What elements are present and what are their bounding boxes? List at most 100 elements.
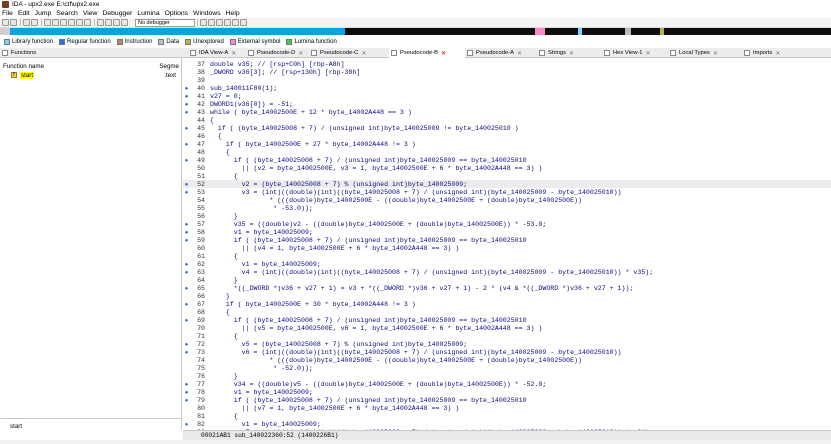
menu-jump[interactable]: Jump — [35, 10, 52, 17]
breakpoint-dot-icon[interactable]: ● — [183, 189, 190, 196]
data-icon[interactable] — [52, 19, 59, 26]
breakpoint-dot-icon[interactable]: ● — [183, 397, 190, 404]
code-line[interactable]: 76 } — [183, 372, 831, 380]
column-segment[interactable]: Segme — [159, 63, 179, 70]
close-icon[interactable]: ✕ — [441, 50, 446, 57]
code-line[interactable]: 71 { — [183, 332, 831, 340]
code-line[interactable]: 48 { — [183, 148, 831, 156]
code-line[interactable]: 38 _DWORD v36[3]; // [rsp+130h] [rbp-38h] — [183, 68, 831, 76]
code-line[interactable]: ● 65 *((_DWORD *)v36 + v27 + 1) = v3 + *(… — [183, 284, 831, 292]
code-line[interactable]: ● 78 v1 = byte_140025009; — [183, 388, 831, 396]
debugger-select[interactable]: No debugger — [135, 18, 195, 27]
code-line[interactable]: 56 } — [183, 212, 831, 220]
code-line[interactable]: ● 40 sub_140011F80(1); — [183, 84, 831, 92]
stop-icon[interactable] — [121, 19, 128, 26]
breakpoint-dot-icon[interactable]: ● — [183, 85, 190, 92]
code-line[interactable]: 51 { — [183, 172, 831, 180]
code-line[interactable]: 55 * -53.0)); — [183, 204, 831, 212]
tab-ida-view-a[interactable]: IDA View-A ✕ — [188, 48, 246, 58]
close-icon[interactable]: ✕ — [713, 50, 718, 57]
menu-windows[interactable]: Windows — [193, 10, 221, 17]
navigation-band[interactable] — [10, 28, 831, 35]
close-icon[interactable]: ✕ — [569, 50, 574, 57]
code-line[interactable]: 74 * (((double)byte_14002500E - ((double… — [183, 356, 831, 364]
code-line[interactable]: 66 } — [183, 292, 831, 300]
breakpoint-dot-icon[interactable]: ● — [183, 269, 190, 276]
play-icon[interactable] — [105, 19, 112, 26]
breakpoint-dot-icon[interactable]: ● — [183, 301, 190, 308]
code-line[interactable]: 46 { — [183, 132, 831, 140]
menu-options[interactable]: Options — [165, 10, 188, 17]
code-line[interactable]: ● 59 if ( (byte_140025008 + 7) / (unsigne… — [183, 236, 831, 244]
breakpoint-dot-icon[interactable]: ● — [183, 229, 190, 236]
tab-hex-view-1[interactable]: Hex View-1 ✕ — [602, 48, 668, 58]
menu-debugger[interactable]: Debugger — [102, 10, 132, 17]
code-line[interactable]: 60 || (v4 = 1, byte_14002500E + 6 * byte… — [183, 244, 831, 252]
breakpoint-dot-icon[interactable]: ● — [183, 93, 190, 100]
breakpoint-dot-icon[interactable]: ● — [183, 101, 190, 108]
breakpoint-dot-icon[interactable]: ● — [183, 221, 190, 228]
tab-strings[interactable]: Strings ✕ — [537, 48, 602, 58]
breakpoint-dot-icon[interactable]: ● — [183, 141, 190, 148]
tab-pseudocode-b[interactable]: Pseudocode-B ✕ — [389, 48, 465, 58]
tab-pseudocode-c[interactable]: Pseudocode-C ✕ — [309, 48, 389, 58]
menu-file[interactable]: File — [2, 10, 13, 17]
pseudocode-view[interactable]: 37 double v35; // [rsp+C0h] [rbp-A8h] 38 _D… — [183, 58, 831, 430]
close-icon[interactable]: ✕ — [231, 50, 236, 57]
array-icon[interactable] — [68, 19, 75, 26]
code-line[interactable]: ● 69 if ( (byte_140025008 + 7) / (unsigne… — [183, 316, 831, 324]
open-icon[interactable] — [2, 19, 9, 26]
code-line[interactable]: 61 { — [183, 252, 831, 260]
code-line[interactable]: ● 58 v1 = byte_140025009; — [183, 228, 831, 236]
close-icon[interactable]: ✕ — [298, 50, 303, 57]
code-line[interactable]: ● 73 v6 = (int)((double)(int)((byte_14002… — [183, 348, 831, 356]
tab-pseudocode-a[interactable]: Pseudocode-A ✕ — [465, 48, 537, 58]
close-icon[interactable]: ✕ — [361, 50, 366, 57]
code-icon[interactable] — [44, 19, 51, 26]
close-icon[interactable]: ✕ — [646, 50, 651, 57]
code-line[interactable]: ● 47 if ( byte_14002500E + 27 * byte_1400… — [183, 140, 831, 148]
breakpoint-icon[interactable] — [97, 19, 104, 26]
code-line[interactable]: 70 || (v5 = byte_14002500E, v6 = 1, byte… — [183, 324, 831, 332]
code-line[interactable]: ● 67 if ( byte_14002500E + 30 * byte_1400… — [183, 300, 831, 308]
close-icon[interactable]: ✕ — [517, 50, 522, 57]
code-line[interactable]: 80 || (v7 = 1, byte_14002500E + 6 * byte… — [183, 404, 831, 412]
run-to-cursor-icon[interactable] — [216, 19, 223, 26]
menu-help[interactable]: Help — [226, 10, 240, 17]
code-line[interactable]: 81 { — [183, 412, 831, 420]
lumina-icon[interactable] — [240, 19, 247, 26]
breakpoint-dot-icon[interactable]: ● — [183, 341, 190, 348]
menu-search[interactable]: Search — [56, 10, 78, 17]
code-line[interactable]: ● 62 v1 = byte_140025009; — [183, 260, 831, 268]
code-line[interactable]: ● 42 DWORD1(v36[0]) = -51; — [183, 100, 831, 108]
code-line[interactable]: ● 79 if ( (byte_140025008 + 7) / (unsigne… — [183, 396, 831, 404]
code-line[interactable]: ● 63 v4 = (int)((double)(int)((byte_14002… — [183, 268, 831, 276]
breakpoint-dot-icon[interactable]: ● — [183, 125, 190, 132]
code-line[interactable]: ● 72 v5 = (byte_140025008 + 7) % (unsigne… — [183, 340, 831, 348]
pause-icon[interactable] — [113, 19, 120, 26]
code-line[interactable]: ● 77 v34 = ((double)v5 - ((double)byte_14… — [183, 380, 831, 388]
code-line[interactable]: 39 — [183, 76, 831, 84]
breakpoint-dot-icon[interactable]: ● — [183, 285, 190, 292]
step-over-icon[interactable] — [208, 19, 215, 26]
back-icon[interactable] — [23, 19, 30, 26]
breakpoint-dot-icon[interactable]: ● — [183, 349, 190, 356]
code-line[interactable]: ● 43 while ( byte_14002500E + 12 * byte_14… — [183, 108, 831, 116]
tab-pseudocode-d[interactable]: Pseudocode-D ✕ — [246, 48, 309, 58]
code-line[interactable]: ● 82 v1 = byte_140025009; — [183, 420, 831, 428]
navband-arrow[interactable] — [0, 28, 10, 35]
breakpoint-dot-icon[interactable]: ● — [183, 381, 190, 388]
menu-view[interactable]: View — [83, 10, 98, 17]
breakpoint-dot-icon[interactable]: ● — [183, 421, 190, 428]
code-line[interactable]: 37 double v35; // [rsp+C0h] [rbp-A8h] — [183, 60, 831, 68]
function-icon[interactable] — [84, 19, 91, 26]
code-line[interactable]: 44 { — [183, 116, 831, 124]
code-line[interactable]: 75 * -52.0)); — [183, 364, 831, 372]
code-line[interactable]: 54 * (((double)byte_14002500E - ((double… — [183, 196, 831, 204]
menu-lumina[interactable]: Lumina — [137, 10, 159, 17]
breakpoint-dot-icon[interactable]: ● — [183, 389, 190, 396]
code-line[interactable]: ● 53 v3 = (int)((double)(int)((byte_14002… — [183, 188, 831, 196]
tab-functions[interactable]: Functions — [0, 48, 183, 58]
breakpoint-dot-icon[interactable]: ● — [183, 157, 190, 164]
step-out-icon[interactable] — [224, 19, 231, 26]
